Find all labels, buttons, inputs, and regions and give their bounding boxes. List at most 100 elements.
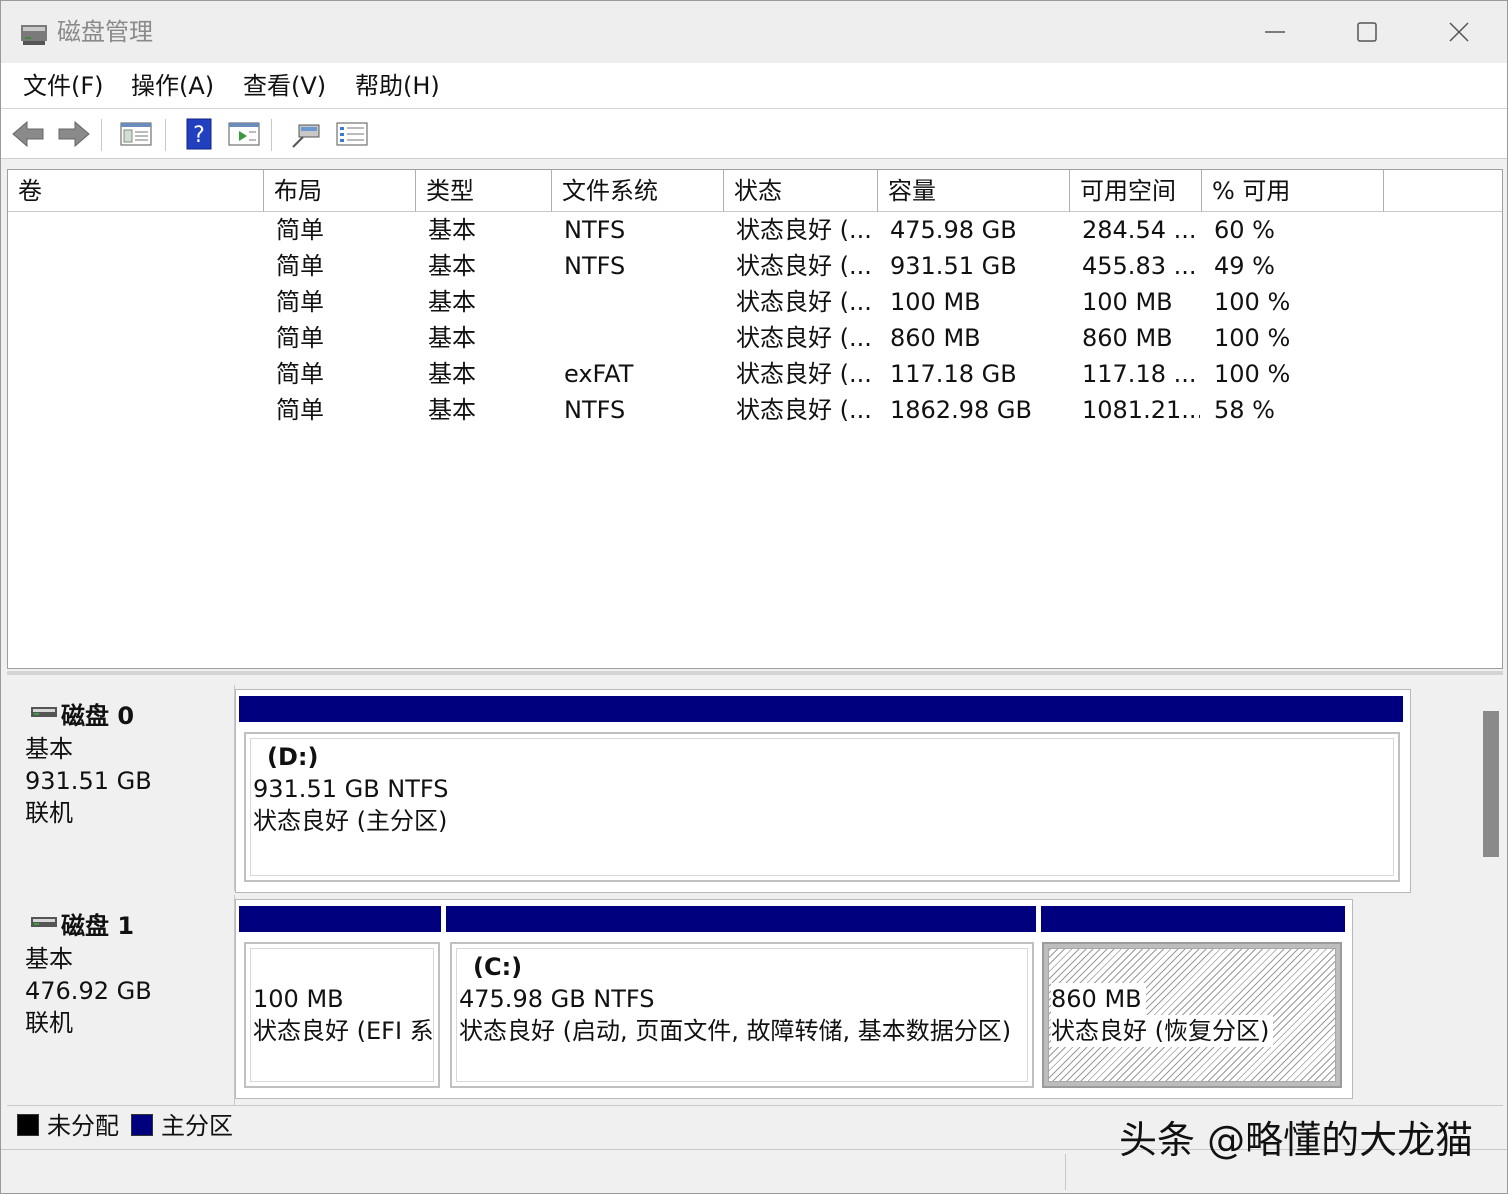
cell-layout: 简单 <box>276 360 324 388</box>
disk-1-size: 476.92 GB <box>25 977 152 1005</box>
disk-0-kind: 基本 <box>25 735 73 763</box>
disk-1-partitions: 100 MB 状态良好 (EFI 系纟 (C:) 475.98 GB NTFS … <box>235 899 1353 1099</box>
properties-icon[interactable] <box>227 117 261 151</box>
partition-status: 状态良好 (主分区) <box>253 807 448 835</box>
disk-1-label[interactable]: 磁盘 1 基本 476.92 GB 联机 <box>9 895 235 1105</box>
primary-partition-bar <box>446 906 1036 932</box>
partition-title: (C:) <box>473 953 523 981</box>
partition-size: 475.98 GB NTFS <box>459 985 655 1013</box>
menu-file[interactable]: 文件(F) <box>23 69 104 103</box>
disk-0-size: 931.51 GB <box>25 767 152 795</box>
disk-panel-scrollbar[interactable] <box>1473 681 1499 1111</box>
cell-layout: 简单 <box>276 216 324 244</box>
col-percent-free[interactable]: % 可用 <box>1202 170 1384 212</box>
window-title: 磁盘管理 <box>57 18 153 46</box>
cell-free-space: 1081.21... <box>1082 396 1200 424</box>
cell-status: 状态良好 (... <box>736 252 872 280</box>
cell-layout: 简单 <box>276 288 324 316</box>
cell-capacity: 1862.98 GB <box>890 396 1032 424</box>
primary-partition-bar <box>1041 906 1345 932</box>
partition-size: 860 MB <box>1051 983 1146 1015</box>
cell-percent-free: 58 % <box>1214 396 1275 424</box>
table-row[interactable]: (C:)简单基本NTFS状态良好 (...475.98 GB284.54 ...… <box>8 212 1502 248</box>
svg-text:?: ? <box>193 123 205 148</box>
table-row[interactable]: (D:)简单基本NTFS状态良好 (...931.51 GB455.83 ...… <box>8 248 1502 284</box>
table-row[interactable]: MOVESPPED (E:)简单基本exFAT状态良好 (...117.18 G… <box>8 356 1502 392</box>
cell-free-space: 100 MB <box>1082 288 1173 316</box>
cell-capacity: 100 MB <box>890 288 981 316</box>
disk-graphical-view: 磁盘 0 基本 931.51 GB 联机 (D:) 931.51 GB NTFS… <box>7 671 1503 1147</box>
toolbar: ? <box>1 109 1507 159</box>
cell-percent-free: 100 % <box>1214 360 1291 388</box>
col-empty <box>1384 170 1502 212</box>
partition-recovery[interactable]: 860 MB 状态良好 (恢复分区) <box>1042 942 1342 1088</box>
cell-layout: 简单 <box>276 396 324 424</box>
cell-status: 状态良好 (... <box>736 216 872 244</box>
disk-icon <box>31 707 57 717</box>
disk-0-partitions: (D:) 931.51 GB NTFS 状态良好 (主分区) <box>235 689 1411 893</box>
col-status[interactable]: 状态 <box>724 170 878 212</box>
minimize-icon[interactable] <box>1245 11 1305 53</box>
cell-filesystem: NTFS <box>564 396 626 424</box>
cell-type: 基本 <box>428 360 476 388</box>
partition-c[interactable]: (C:) 475.98 GB NTFS 状态良好 (启动, 页面文件, 故障转储… <box>450 942 1034 1088</box>
disk-management-window: 磁盘管理 文件(F) 操作(A) 查看(V) 帮助(H) ? 卷 布局 类型 文… <box>0 0 1508 1194</box>
cell-capacity: 117.18 GB <box>890 360 1017 388</box>
forward-arrow-icon[interactable] <box>57 117 91 151</box>
col-filesystem[interactable]: 文件系统 <box>552 170 724 212</box>
cell-type: 基本 <box>428 216 476 244</box>
disk-1-kind: 基本 <box>25 945 73 973</box>
cell-status: 状态良好 (... <box>736 396 872 424</box>
settings-list-icon[interactable] <box>335 117 369 151</box>
menu-bar: 文件(F) 操作(A) 查看(V) 帮助(H) <box>1 63 1507 109</box>
partition-efi[interactable]: 100 MB 状态良好 (EFI 系纟 <box>244 942 440 1088</box>
cell-type: 基本 <box>428 324 476 352</box>
partition-d[interactable]: (D:) 931.51 GB NTFS 状态良好 (主分区) <box>244 732 1400 882</box>
cell-layout: 简单 <box>276 324 324 352</box>
disk-0-state: 联机 <box>25 799 73 827</box>
partition-status: 状态良好 (EFI 系纟 <box>253 1017 433 1045</box>
partition-title: (D:) <box>267 743 319 771</box>
col-capacity[interactable]: 容量 <box>878 170 1070 212</box>
menu-help[interactable]: 帮助(H) <box>355 69 440 103</box>
cell-free-space: 284.54 ... <box>1082 216 1197 244</box>
disk-1-name: 磁盘 1 <box>61 912 135 940</box>
cell-percent-free: 100 % <box>1214 288 1291 316</box>
menu-action[interactable]: 操作(A) <box>131 69 214 103</box>
cell-filesystem: exFAT <box>564 360 634 388</box>
menu-view[interactable]: 查看(V) <box>243 69 326 103</box>
connect-icon[interactable] <box>289 117 323 151</box>
col-layout[interactable]: 布局 <box>264 170 416 212</box>
partition-status: 状态良好 (恢复分区) <box>1051 1015 1274 1047</box>
help-icon[interactable]: ? <box>183 117 217 151</box>
console-tree-icon[interactable] <box>119 117 153 151</box>
close-icon[interactable] <box>1429 11 1489 53</box>
volume-list: 卷 布局 类型 文件系统 状态 容量 可用空间 % 可用 (C:)简单基本NTF… <box>7 169 1503 669</box>
cell-status: 状态良好 (... <box>736 360 872 388</box>
disk-1-state: 联机 <box>25 1009 73 1037</box>
disk-0-label[interactable]: 磁盘 0 基本 931.51 GB 联机 <box>9 685 235 891</box>
primary-partition-bar <box>239 696 1403 722</box>
unallocated-swatch <box>17 1114 39 1136</box>
col-free-space[interactable]: 可用空间 <box>1070 170 1202 212</box>
maximize-icon[interactable] <box>1337 11 1397 53</box>
table-row[interactable]: 程序备份 (F:)简单基本NTFS状态良好 (...1862.98 GB1081… <box>8 392 1502 428</box>
cell-percent-free: 100 % <box>1214 324 1291 352</box>
partition-size: 931.51 GB NTFS <box>253 775 449 803</box>
disk-0-name: 磁盘 0 <box>61 702 135 730</box>
cell-filesystem: NTFS <box>564 216 626 244</box>
back-arrow-icon[interactable] <box>11 117 45 151</box>
col-type[interactable]: 类型 <box>416 170 552 212</box>
cell-capacity: 860 MB <box>890 324 981 352</box>
table-row[interactable]: (磁盘 1 磁盘分区 1)简单基本状态良好 (...100 MB100 MB10… <box>8 284 1502 320</box>
disk-management-icon <box>21 25 47 45</box>
primary-partition-swatch <box>131 1114 153 1136</box>
partition-size: 100 MB <box>253 985 344 1013</box>
scrollbar-thumb[interactable] <box>1483 711 1499 857</box>
cell-capacity: 475.98 GB <box>890 216 1017 244</box>
table-row[interactable]: (磁盘 1 磁盘分区 4)简单基本状态良好 (...860 MB860 MB10… <box>8 320 1502 356</box>
partition-status: 状态良好 (启动, 页面文件, 故障转储, 基本数据分区) <box>459 1017 1012 1045</box>
cell-capacity: 931.51 GB <box>890 252 1017 280</box>
col-volume[interactable]: 卷 <box>8 170 264 212</box>
cell-status: 状态良好 (... <box>736 288 872 316</box>
